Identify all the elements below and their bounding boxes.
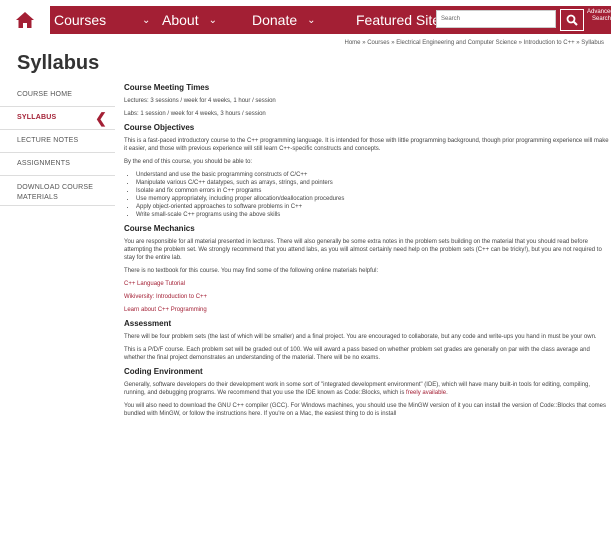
sidebar-item-label: LECTURE NOTES [17, 137, 79, 144]
objectives-list: Understand and use the basic programming… [124, 171, 611, 219]
nav-about-label: About [162, 12, 199, 28]
section-mechanics: Course Mechanics You are responsible for… [124, 225, 611, 314]
environment-text-1: Generally, software developers do their … [124, 381, 611, 397]
chevron-down-icon: ⌄ [208, 14, 217, 26]
section-meeting-times: Course Meeting Times Lectures: 3 session… [124, 84, 611, 118]
labs-text: Labs: 1 session / week for 4 weeks, 3 ho… [124, 111, 266, 117]
nav-donate[interactable]: Donate ⌄ [252, 6, 356, 34]
sidebar-item-label: COURSE HOME [17, 91, 73, 98]
list-item: Isolate and fix common errors in C++ pro… [136, 187, 611, 195]
page-title: Syllabus [17, 52, 100, 74]
mechanics-text: You are responsible for all material pre… [124, 239, 602, 261]
heading-objectives: Course Objectives [124, 123, 195, 132]
assessment-text-2: This is a P/D/F course. Each problem set… [124, 347, 590, 361]
heading-mechanics: Course Mechanics [124, 224, 195, 233]
sidebar-item-download-course-materials[interactable]: DOWNLOAD COURSE MATERIALS [0, 176, 115, 206]
environment-text-2: You will also need to download the GNU C… [124, 403, 606, 417]
list-item: Use memory appropriately, including prop… [136, 195, 611, 203]
list-item: Manipulate various C/C++ datatypes, such… [136, 179, 611, 187]
section-assessment: Assessment There will be four problem se… [124, 320, 611, 362]
link-freely-available[interactable]: freely available [406, 390, 446, 396]
search-icon [566, 14, 578, 26]
search-placeholder: Search [441, 16, 461, 22]
nav-courses[interactable]: Courses [54, 6, 132, 34]
nav-courses-toggle[interactable]: ⌄ [132, 6, 162, 34]
top-navbar: Courses ⌄ About ⌄ Donate ⌄ Featured Site… [0, 6, 611, 34]
textbook-text: There is no textbook for this course. Yo… [124, 268, 379, 274]
list-item: Understand and use the basic programming… [136, 171, 611, 179]
advanced-search-link[interactable]: Advanced Search [587, 9, 611, 23]
sidebar-item-lecture-notes[interactable]: LECTURE NOTES [0, 130, 115, 153]
breadcrumb[interactable]: Home » Courses » Electrical Engineering … [0, 40, 604, 46]
search-input[interactable]: Search [436, 10, 556, 28]
lectures-text: Lectures: 3 sessions / week for 4 weeks,… [124, 98, 276, 104]
sidebar-item-assignments[interactable]: ASSIGNMENTS [0, 153, 115, 176]
list-item: Apply object-oriented approaches to soft… [136, 203, 611, 211]
assessment-text-1: There will be four problem sets (the las… [124, 334, 597, 340]
home-icon [16, 12, 34, 28]
chevron-left-icon: ❮ [95, 110, 107, 126]
sidebar: COURSE HOME SYLLABUS ❮ LECTURE NOTES ASS… [0, 84, 115, 206]
section-coding-environment: Coding Environment Generally, software d… [124, 368, 611, 418]
nav-donate-label: Donate [252, 12, 298, 28]
sidebar-item-label: ASSIGNMENTS [17, 160, 71, 167]
objectives-intro: This is a fast-paced introductory course… [124, 138, 609, 152]
heading-coding-environment: Coding Environment [124, 367, 203, 376]
chevron-down-icon: ⌄ [142, 14, 151, 26]
nav-about[interactable]: About ⌄ [162, 6, 252, 34]
sidebar-item-label: SYLLABUS [17, 114, 57, 121]
link-learn-cpp[interactable]: Learn about C++ Programming [124, 306, 611, 314]
home-button[interactable] [0, 6, 50, 34]
sidebar-item-syllabus[interactable]: SYLLABUS ❮ [0, 107, 115, 130]
section-objectives: Course Objectives This is a fast-paced i… [124, 124, 611, 219]
heading-meeting-times: Course Meeting Times [124, 83, 210, 92]
link-cpp-language-tutorial[interactable]: C++ Language Tutorial [124, 280, 611, 288]
nav-courses-label: Courses [54, 12, 107, 28]
environment-text-end: . [446, 390, 448, 396]
heading-assessment: Assessment [124, 319, 172, 328]
chevron-down-icon: ⌄ [307, 14, 316, 26]
environment-text-start: Generally, software developers do their … [124, 382, 591, 396]
nav-featured-sites-label: Featured Sites [356, 12, 448, 28]
link-wikiversity-intro[interactable]: Wikiversity: Introduction to C++ [124, 293, 611, 301]
search-button[interactable] [560, 9, 584, 31]
sidebar-item-course-home[interactable]: COURSE HOME [0, 84, 115, 107]
main-content: Course Meeting Times Lectures: 3 session… [124, 84, 611, 424]
list-item: Write small-scale C++ programs using the… [136, 211, 611, 219]
sidebar-item-label: DOWNLOAD COURSE MATERIALS [17, 184, 94, 201]
objectives-lead: By the end of this course, you should be… [124, 159, 253, 165]
